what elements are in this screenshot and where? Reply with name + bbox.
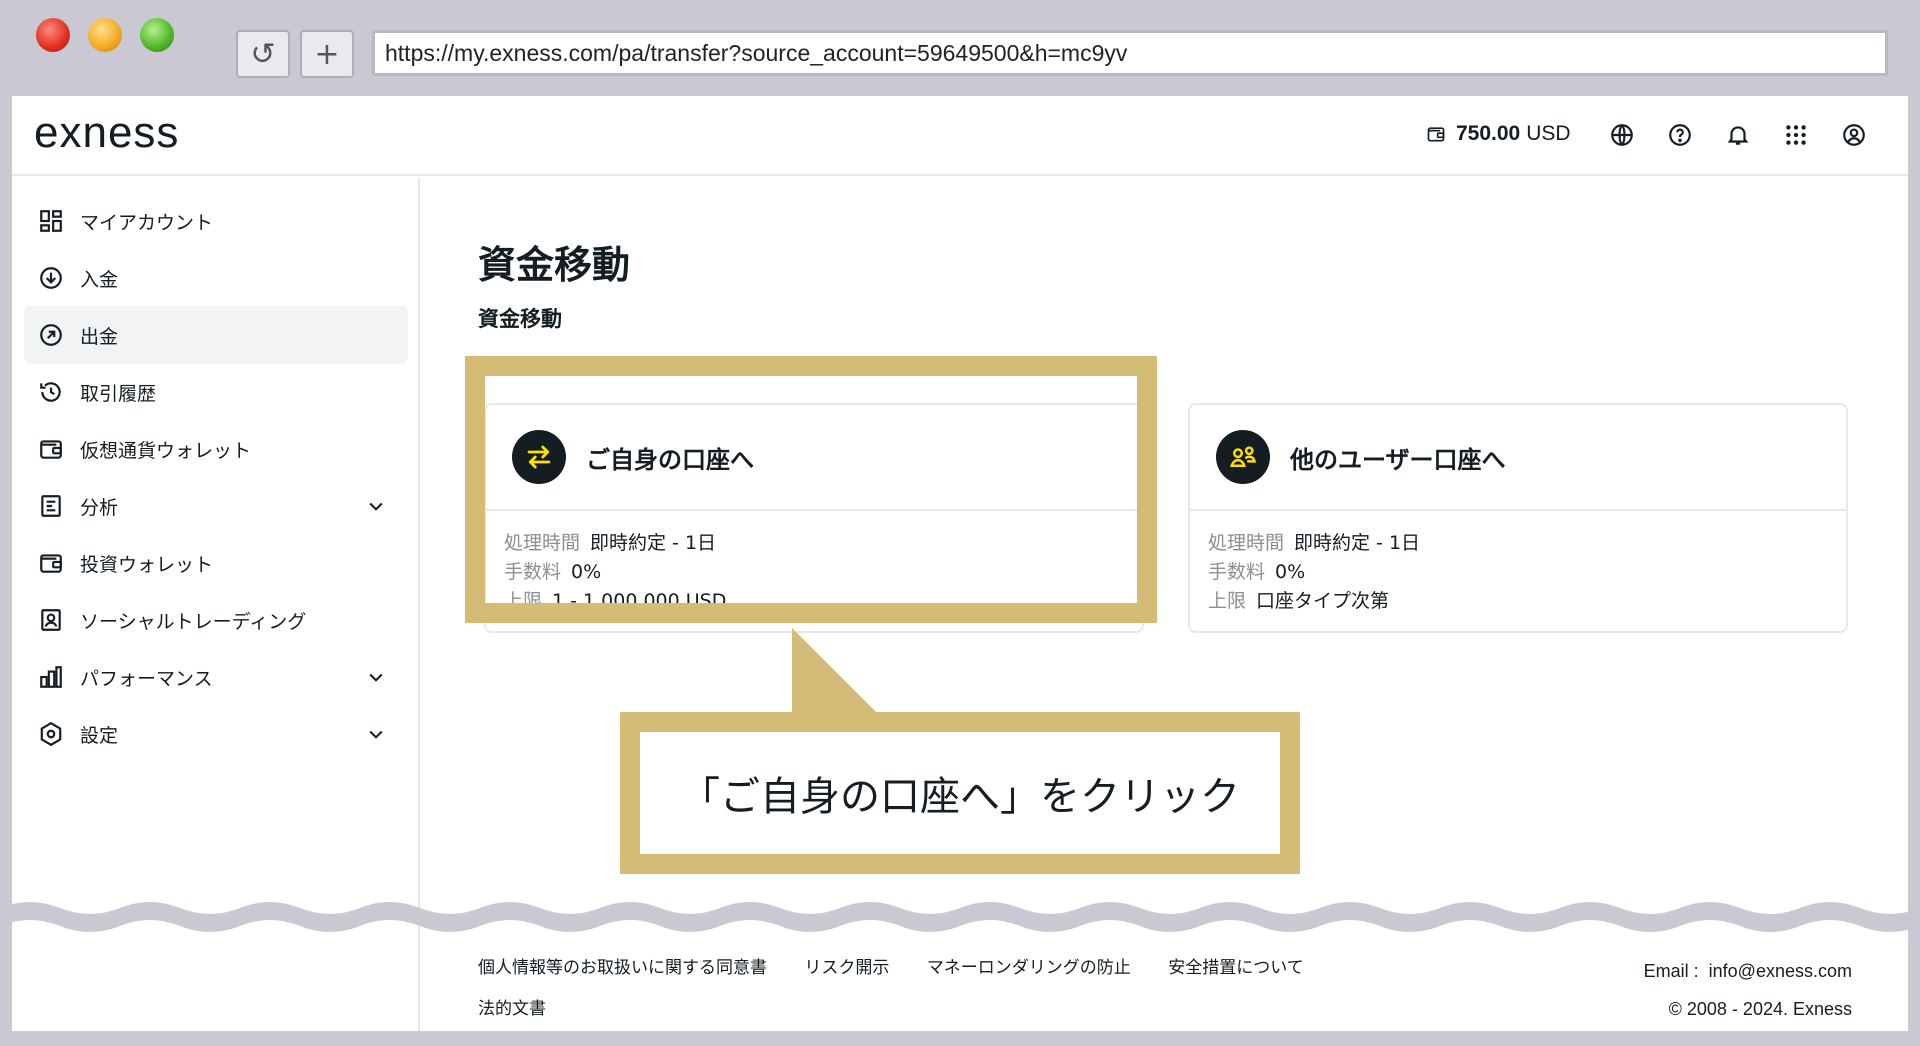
callout-text: 「ご自身の口座へ」をクリック <box>680 774 1240 820</box>
users-icon <box>1216 430 1270 484</box>
sidebar-item-performance[interactable]: パフォーマンス <box>24 648 408 706</box>
settings-icon <box>40 721 62 747</box>
withdraw-icon <box>40 324 62 346</box>
sidebar-item-label: パフォーマンス <box>80 667 213 690</box>
bell-icon[interactable] <box>1725 122 1751 148</box>
wallet-icon <box>1427 127 1445 142</box>
page-break-wave <box>0 902 1920 932</box>
browser-chrome: ↺ + https://my.exness.com/pa/transfer?so… <box>0 0 1920 96</box>
frame-bottom-border <box>0 1031 1920 1046</box>
detail-label: 上限 <box>1208 590 1247 612</box>
highlight-frame <box>465 356 1157 623</box>
sidebar-item-label: 分析 <box>80 496 119 519</box>
detail-label: 処理時間 <box>1208 532 1285 554</box>
sidebar-item-withdraw[interactable]: 出金 <box>24 306 408 364</box>
section-title: 資金移動 <box>478 307 562 331</box>
instruction-callout: 「ご自身の口座へ」をクリック <box>620 712 1300 874</box>
footer-link-aml[interactable]: マネーロンダリングの防止 <box>927 958 1131 978</box>
address-bar[interactable]: https://my.exness.com/pa/transfer?source… <box>372 30 1888 76</box>
card-details: 処理時間 即時約定 - 1日 手数料 0% 上限 口座タイプ次第 <box>1190 511 1846 616</box>
balance-currency: USD <box>1526 122 1571 145</box>
top-header: exness 750.00 USD <box>12 96 1908 176</box>
sidebar-item-analytics[interactable]: 分析 <box>24 477 408 535</box>
email-link[interactable]: info@exness.com <box>1709 961 1852 981</box>
detail-row: 手数料 0% <box>1208 558 1846 587</box>
detail-label: 手数料 <box>1208 561 1266 583</box>
new-tab-button[interactable]: + <box>300 30 354 78</box>
analytics-icon <box>41 495 61 517</box>
sidebar-item-label: ソーシャルトレーディング <box>80 610 307 633</box>
card-header: 他のユーザー口座へ <box>1190 405 1846 511</box>
sidebar-item-label: 出金 <box>80 325 119 348</box>
reload-button[interactable]: ↺ <box>236 30 290 78</box>
detail-value: 口座タイプ次第 <box>1256 590 1390 612</box>
sidebar-item-investment-wallet[interactable]: 投資ウォレット <box>24 534 408 592</box>
sidebar-item-my-account[interactable]: マイアカウント <box>24 192 408 250</box>
sidebar-item-label: 設定 <box>80 724 119 747</box>
sidebar-item-social-trading[interactable]: ソーシャルトレーディング <box>24 591 408 649</box>
history-icon <box>40 382 61 402</box>
deposit-icon <box>40 267 62 289</box>
sidebar-item-label: 取引履歴 <box>80 382 157 405</box>
footer-link-security[interactable]: 安全措置について <box>1168 958 1304 978</box>
sidebar-item-label: 入金 <box>80 268 119 291</box>
globe-icon[interactable] <box>1609 122 1635 148</box>
balance-amount: 750.00 <box>1456 122 1521 145</box>
dashboard-icon <box>40 210 62 232</box>
transfer-other-user-card[interactable]: 他のユーザー口座へ 処理時間 即時約定 - 1日 手数料 0% 上限 口座タイプ次第 <box>1188 403 1848 633</box>
profile-icon[interactable] <box>1841 122 1867 148</box>
email-label: Email : <box>1643 961 1699 981</box>
callout-pointer <box>792 628 882 718</box>
footer-links: 個人情報等のお取扱いに関する同意書 リスク開示 マネーロンダリングの防止 安全措… <box>478 953 1336 978</box>
chart-icon <box>40 666 62 688</box>
apps-grid-icon[interactable] <box>1783 122 1809 148</box>
sidebar-item-label: 投資ウォレット <box>80 553 214 576</box>
footer-link-risk[interactable]: リスク開示 <box>804 958 889 978</box>
card-title: 他のユーザー口座へ <box>1290 445 1506 474</box>
footer-contact: Email : info@exness.com © 2008 - 2024. E… <box>1644 952 1852 1028</box>
wallet-icon <box>40 440 62 459</box>
sidebar-item-deposit[interactable]: 入金 <box>24 249 408 307</box>
footer-email-line: Email : info@exness.com <box>1644 952 1852 990</box>
page-title: 資金移動 <box>478 243 631 287</box>
detail-value: 即時約定 - 1日 <box>1294 532 1421 554</box>
chevron-down-icon[interactable] <box>366 667 386 687</box>
chevron-down-icon[interactable] <box>366 724 386 744</box>
help-icon[interactable] <box>1667 122 1693 148</box>
window-maximize-button[interactable] <box>140 18 174 52</box>
footer-link-privacy[interactable]: 個人情報等のお取扱いに関する同意書 <box>478 958 767 978</box>
detail-value: 0% <box>1275 561 1306 583</box>
copyright: © 2008 - 2024. Exness <box>1668 999 1852 1019</box>
sidebar-item-label: 仮想通貨ウォレット <box>80 439 252 462</box>
exness-logo[interactable]: exness <box>34 108 179 158</box>
sidebar-item-crypto-wallet[interactable]: 仮想通貨ウォレット <box>24 420 408 478</box>
chevron-down-icon[interactable] <box>366 496 386 516</box>
detail-row: 処理時間 即時約定 - 1日 <box>1208 529 1846 558</box>
wallet-icon <box>40 554 62 573</box>
window-close-button[interactable] <box>36 18 70 52</box>
social-icon <box>41 609 61 631</box>
footer-link-legal[interactable]: 法的文書 <box>478 994 546 1019</box>
sidebar-item-label: マイアカウント <box>80 211 214 234</box>
window-minimize-button[interactable] <box>88 18 122 52</box>
detail-row: 上限 口座タイプ次第 <box>1208 587 1846 616</box>
sidebar-item-history[interactable]: 取引履歴 <box>24 363 408 421</box>
sidebar-item-settings[interactable]: 設定 <box>24 705 408 763</box>
balance-display[interactable]: 750.00 USD <box>1426 122 1571 146</box>
